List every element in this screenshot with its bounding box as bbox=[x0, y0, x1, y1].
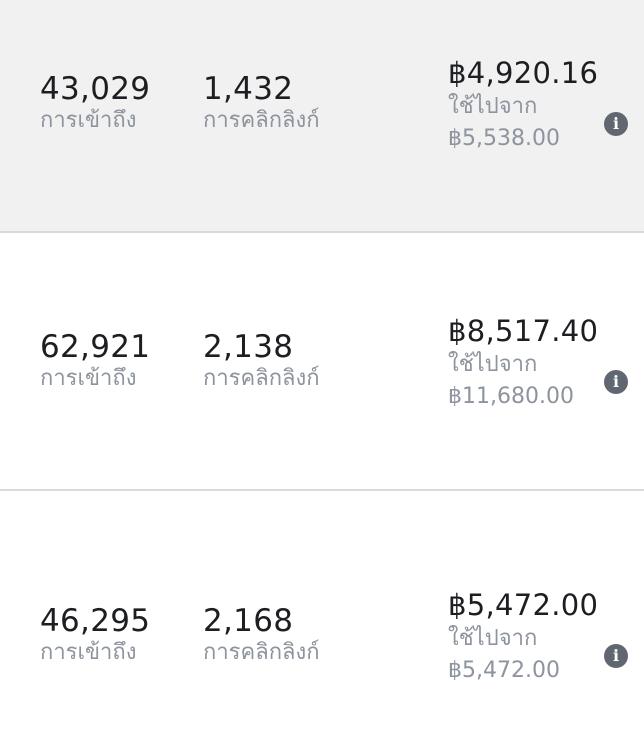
campaign-row[interactable]: 43,029 การเข้าถึง 1,432 การคลิกลิงก์ ฿4,… bbox=[0, 0, 644, 233]
amount-spent: ฿8,517.40 bbox=[448, 314, 599, 348]
link-clicks-metric: 2,168 การคลิกลิงก์ bbox=[203, 603, 320, 667]
reach-value: 43,029 bbox=[40, 71, 151, 107]
link-clicks-metric: 1,432 การคลิกลิงก์ bbox=[203, 71, 320, 135]
budget-amount: ฿11,680.00 bbox=[448, 384, 574, 409]
campaign-results-list: 43,029 การเข้าถึง 1,432 การคลิกลิงก์ ฿4,… bbox=[0, 0, 644, 738]
spend-summary: ฿5,472.00 ใช้ไปจาก ฿5,472.00 bbox=[448, 587, 598, 687]
link-clicks-value: 1,432 bbox=[203, 71, 294, 107]
budget-amount: ฿5,472.00 bbox=[448, 658, 560, 683]
link-clicks-value: 2,138 bbox=[203, 329, 294, 365]
spend-summary: ฿4,920.16 ใช้ไปจาก ฿5,538.00 bbox=[448, 55, 598, 155]
reach-value: 62,921 bbox=[40, 329, 151, 365]
reach-metric: 43,029 การเข้าถึง bbox=[40, 71, 150, 135]
campaign-row[interactable]: 62,921 การเข้าถึง 2,138 การคลิกลิงก์ ฿8,… bbox=[0, 233, 644, 491]
spent-of-label: ใช้ไปจาก bbox=[448, 94, 538, 119]
info-icon[interactable]: i bbox=[604, 644, 628, 668]
link-clicks-metric: 2,138 การคลิกลิงก์ bbox=[203, 329, 320, 393]
spent-of-label: ใช้ไปจาก bbox=[448, 352, 538, 377]
reach-label: การเข้าถึง bbox=[40, 108, 137, 133]
reach-metric: 62,921 การเข้าถึง bbox=[40, 329, 150, 393]
info-icon[interactable]: i bbox=[604, 112, 628, 136]
campaign-row[interactable]: 46,295 การเข้าถึง 2,168 การคลิกลิงก์ ฿5,… bbox=[0, 491, 644, 738]
link-clicks-label: การคลิกลิงก์ bbox=[203, 366, 320, 391]
amount-spent: ฿5,472.00 bbox=[448, 588, 599, 622]
link-clicks-label: การคลิกลิงก์ bbox=[203, 640, 320, 665]
reach-label: การเข้าถึง bbox=[40, 640, 137, 665]
link-clicks-label: การคลิกลิงก์ bbox=[203, 108, 320, 133]
reach-metric: 46,295 การเข้าถึง bbox=[40, 603, 150, 667]
reach-value: 46,295 bbox=[40, 603, 151, 639]
spent-of-label: ใช้ไปจาก bbox=[448, 626, 538, 651]
amount-spent: ฿4,920.16 bbox=[448, 56, 599, 90]
budget-amount: ฿5,538.00 bbox=[448, 126, 560, 151]
reach-label: การเข้าถึง bbox=[40, 366, 137, 391]
info-icon[interactable]: i bbox=[604, 370, 628, 394]
link-clicks-value: 2,168 bbox=[203, 603, 294, 639]
spend-summary: ฿8,517.40 ใช้ไปจาก ฿11,680.00 bbox=[448, 313, 598, 413]
